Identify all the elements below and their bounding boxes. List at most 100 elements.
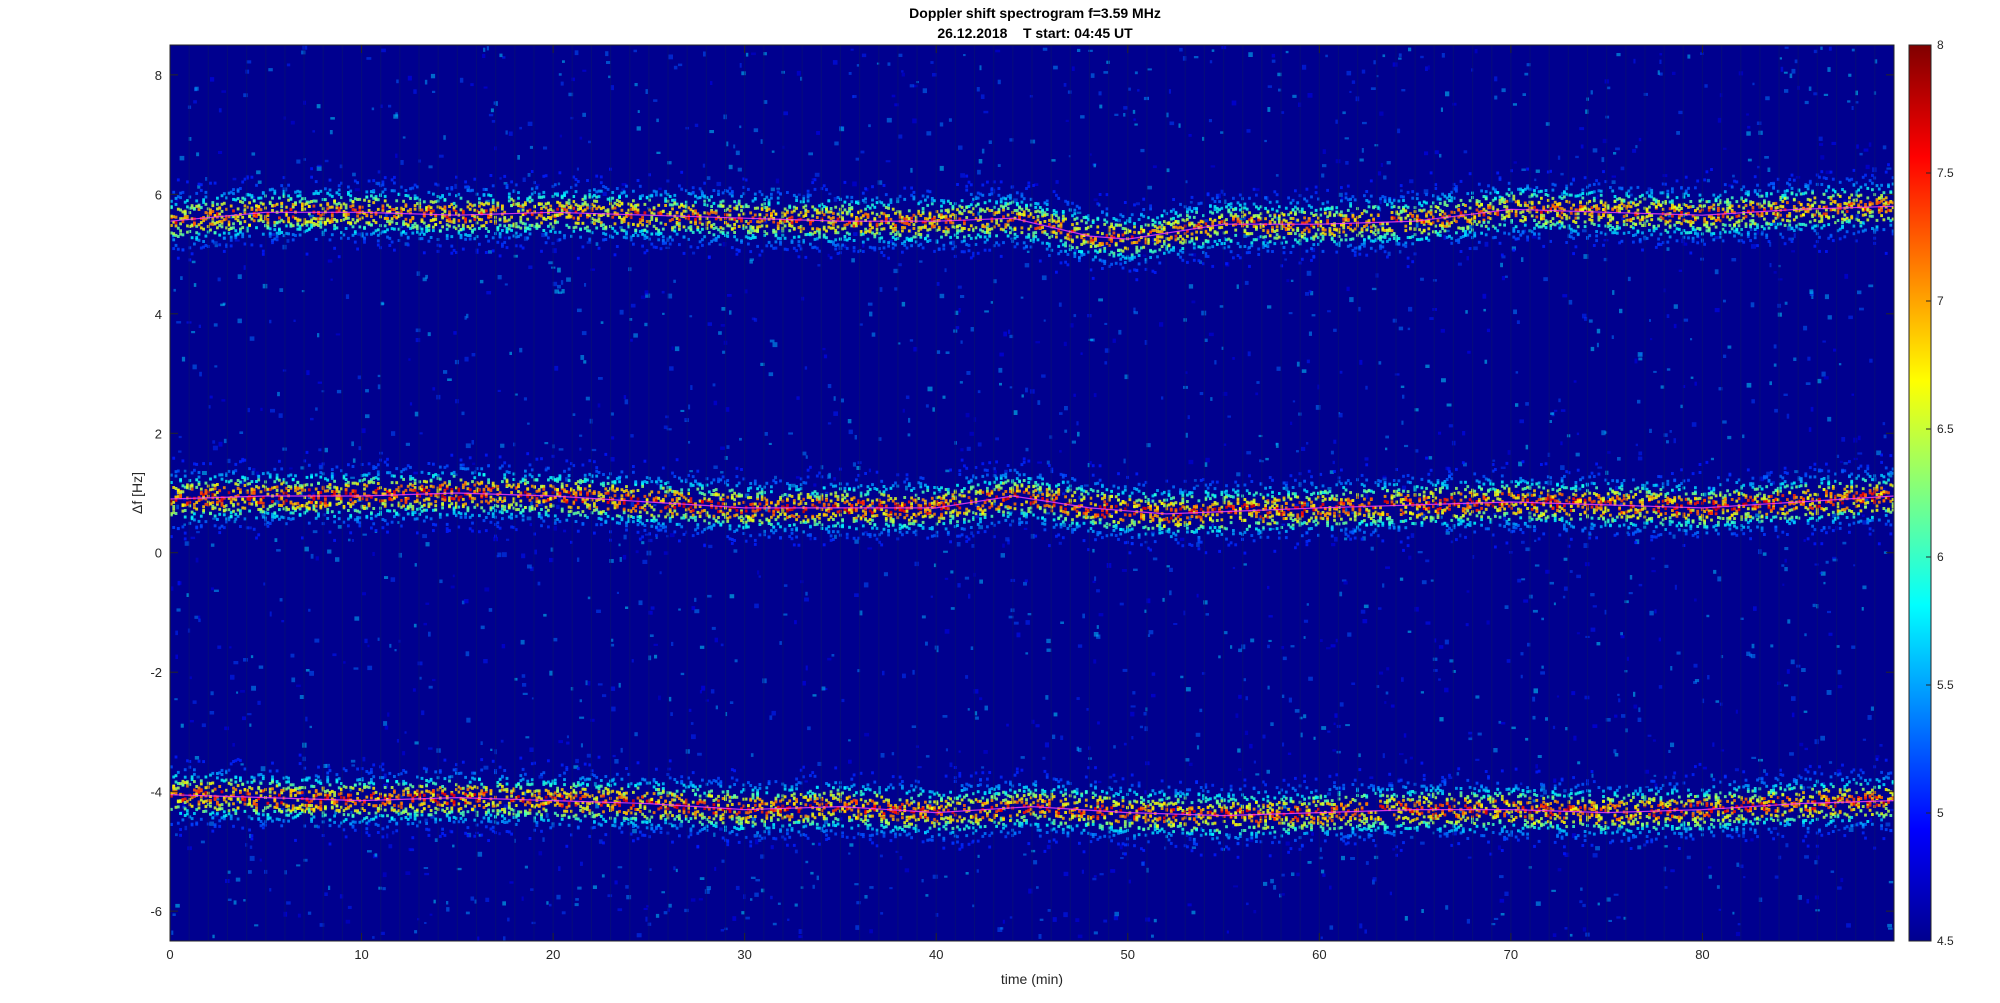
echo-speckle bbox=[618, 196, 621, 199]
noise-speckle bbox=[1185, 432, 1188, 438]
noise-speckle bbox=[310, 417, 314, 421]
noise-speckle bbox=[1404, 759, 1408, 764]
echo-speckle bbox=[174, 221, 178, 225]
noise-speckle bbox=[1859, 152, 1863, 156]
echo-speckle bbox=[691, 204, 695, 208]
echo-speckle bbox=[809, 242, 812, 246]
noise-speckle bbox=[419, 676, 422, 680]
echo-speckle bbox=[383, 187, 387, 191]
noise-speckle bbox=[1386, 667, 1390, 671]
noise-speckle bbox=[974, 716, 979, 720]
noise-speckle bbox=[1132, 691, 1136, 695]
noise-speckle bbox=[868, 124, 871, 128]
noise-speckle bbox=[787, 918, 790, 921]
noise-speckle bbox=[491, 120, 496, 123]
noise-speckle bbox=[1082, 613, 1085, 619]
noise-speckle bbox=[899, 856, 903, 860]
echo-speckle bbox=[466, 185, 470, 189]
noise-speckle bbox=[1093, 632, 1099, 637]
noise-speckle bbox=[382, 872, 387, 878]
noise-speckle bbox=[1556, 695, 1560, 698]
noise-speckle bbox=[358, 446, 362, 451]
noise-speckle bbox=[1046, 460, 1050, 465]
echo-speckle bbox=[222, 231, 226, 235]
noise-speckle bbox=[1145, 917, 1151, 922]
noise-speckle bbox=[1424, 151, 1429, 156]
noise-speckle bbox=[1077, 934, 1083, 939]
echo-speckle bbox=[484, 188, 488, 191]
noise-speckle bbox=[1344, 137, 1349, 140]
noise-speckle bbox=[501, 644, 506, 649]
noise-speckle bbox=[1161, 396, 1164, 400]
echo-speckle bbox=[222, 201, 226, 205]
noise-speckle bbox=[270, 408, 275, 413]
echo-speckle bbox=[501, 207, 504, 211]
noise-speckle bbox=[855, 925, 860, 930]
echo-speckle bbox=[933, 249, 936, 253]
echo-speckle bbox=[620, 201, 624, 205]
noise-speckle bbox=[1191, 846, 1196, 849]
noise-speckle bbox=[827, 384, 832, 389]
noise-speckle bbox=[678, 608, 681, 611]
echo-speckle bbox=[505, 230, 509, 234]
noise-speckle bbox=[869, 311, 873, 317]
noise-speckle bbox=[1397, 128, 1401, 134]
noise-speckle bbox=[901, 301, 906, 307]
echo-speckle bbox=[319, 225, 323, 229]
noise-speckle bbox=[990, 301, 993, 304]
noise-speckle bbox=[1195, 484, 1200, 487]
echo-speckle bbox=[678, 218, 681, 222]
noise-speckle bbox=[1093, 931, 1098, 935]
echo-speckle bbox=[498, 218, 502, 222]
echo-speckle bbox=[461, 247, 465, 251]
noise-speckle bbox=[566, 277, 571, 282]
noise-speckle bbox=[1592, 148, 1598, 153]
echo-speckle bbox=[733, 200, 736, 204]
noise-speckle bbox=[1335, 119, 1338, 124]
noise-speckle bbox=[1674, 584, 1677, 590]
echo-speckle bbox=[186, 199, 189, 203]
noise-speckle bbox=[1313, 736, 1316, 740]
noise-speckle bbox=[1445, 91, 1450, 97]
noise-speckle bbox=[1545, 717, 1548, 721]
noise-speckle bbox=[1443, 235, 1447, 240]
noise-speckle bbox=[1059, 450, 1062, 453]
noise-speckle bbox=[980, 94, 985, 99]
echo-speckle bbox=[370, 214, 373, 218]
noise-speckle bbox=[1784, 684, 1789, 687]
echo-speckle bbox=[772, 220, 776, 224]
noise-speckle bbox=[200, 840, 205, 844]
noise-speckle bbox=[1327, 730, 1331, 733]
noise-speckle bbox=[414, 930, 418, 934]
noise-speckle bbox=[1706, 178, 1710, 183]
noise-speckle bbox=[728, 164, 733, 170]
noise-speckle bbox=[1505, 275, 1508, 278]
noise-speckle bbox=[500, 739, 504, 743]
noise-speckle bbox=[690, 898, 696, 902]
echo-speckle bbox=[222, 249, 226, 253]
echo-speckle bbox=[250, 175, 254, 179]
noise-speckle bbox=[1888, 927, 1893, 930]
noise-speckle bbox=[548, 261, 554, 265]
noise-speckle bbox=[729, 310, 732, 315]
noise-speckle bbox=[354, 616, 360, 621]
noise-speckle bbox=[739, 437, 742, 441]
echo-speckle bbox=[825, 207, 828, 211]
noise-speckle bbox=[979, 579, 983, 584]
echo-speckle bbox=[211, 210, 215, 213]
echo-speckle bbox=[891, 246, 895, 250]
noise-speckle bbox=[771, 150, 775, 153]
echo-speckle bbox=[535, 216, 539, 220]
noise-speckle bbox=[210, 543, 215, 547]
noise-speckle bbox=[733, 549, 738, 553]
noise-speckle bbox=[286, 63, 291, 67]
noise-speckle bbox=[1746, 651, 1751, 656]
noise-speckle bbox=[1038, 934, 1042, 939]
noise-speckle bbox=[1828, 46, 1832, 51]
echo-speckle bbox=[521, 208, 525, 212]
echo-speckle bbox=[726, 231, 730, 235]
noise-speckle bbox=[1540, 671, 1545, 675]
noise-speckle bbox=[999, 382, 1002, 386]
noise-speckle bbox=[1410, 533, 1415, 538]
noise-speckle bbox=[1404, 444, 1409, 448]
